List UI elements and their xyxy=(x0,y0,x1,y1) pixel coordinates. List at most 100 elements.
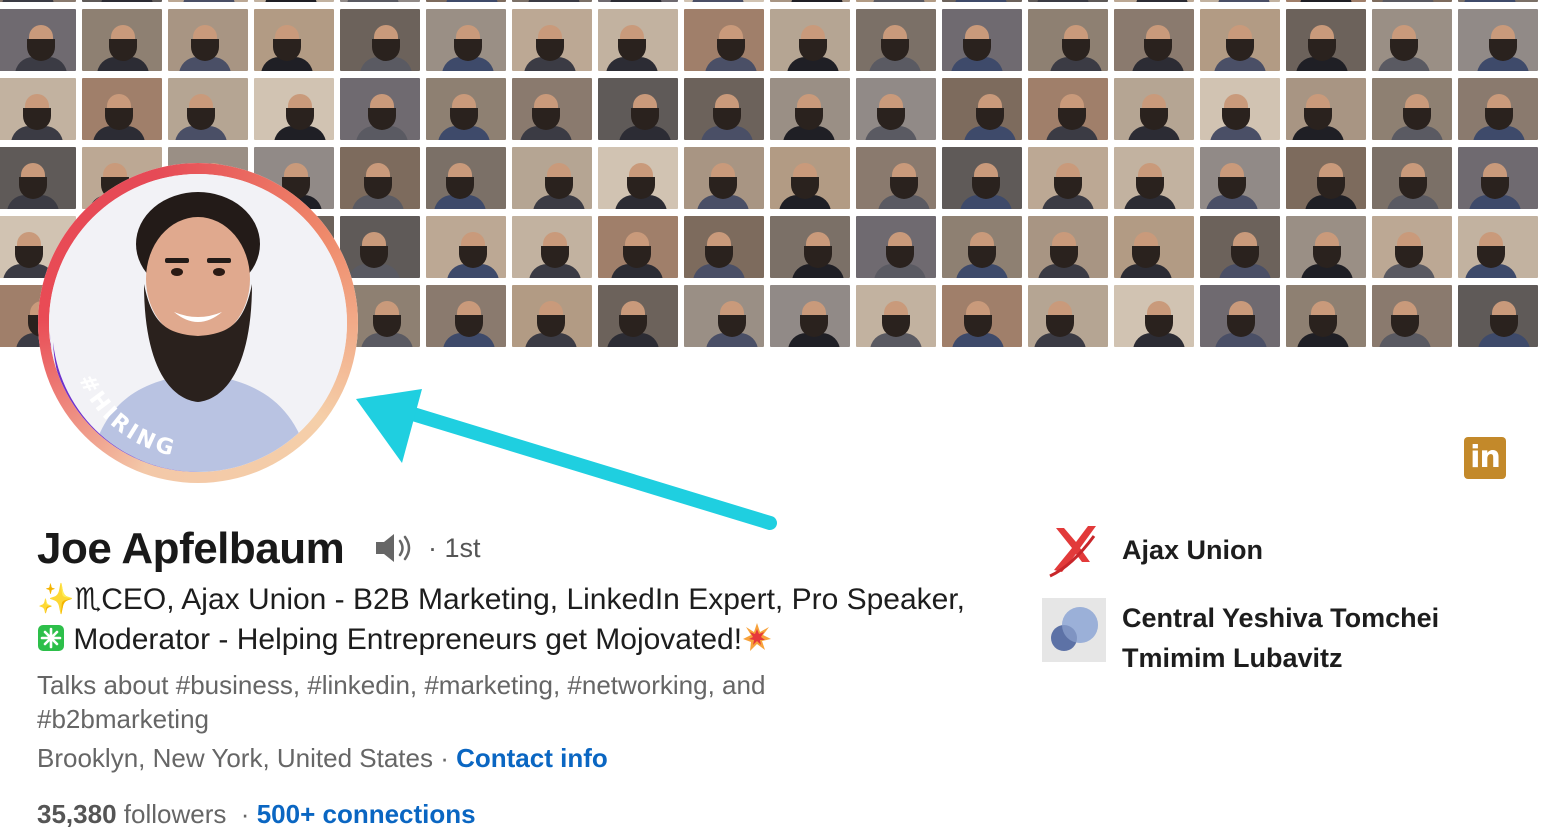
collage-photo xyxy=(684,9,764,71)
arrow-annotation xyxy=(356,389,777,530)
collage-photo xyxy=(770,285,850,347)
collage-photo xyxy=(1458,216,1538,278)
ajax-union-logo xyxy=(1042,518,1106,582)
collage-photo xyxy=(1200,78,1280,140)
company-school[interactable]: Central Yeshiva Tomchei Tmimim Lubavitz xyxy=(1042,598,1482,678)
collage-photo xyxy=(512,147,592,209)
collage-photo xyxy=(856,216,936,278)
collage-photo xyxy=(1114,9,1194,71)
collage-photo xyxy=(426,216,506,278)
collage-photo xyxy=(254,9,334,71)
speaker-icon[interactable] xyxy=(374,531,418,565)
followers-row: 35,380 followers · 500+ connections xyxy=(37,799,476,830)
collage-photo xyxy=(1200,147,1280,209)
linkedin-icon[interactable]: in xyxy=(1464,437,1506,479)
collage-photo xyxy=(1114,216,1194,278)
svg-text:#HIRING: #HIRING xyxy=(73,370,179,462)
collage-photo xyxy=(942,78,1022,140)
followers-label: followers xyxy=(116,799,227,829)
collage-photo xyxy=(942,147,1022,209)
collage-photo xyxy=(1286,0,1366,2)
collage-photo xyxy=(1028,78,1108,140)
collage-photo xyxy=(0,9,76,71)
collage-photo xyxy=(340,216,420,278)
collision-icon xyxy=(742,622,772,663)
contact-info-link[interactable]: Contact info xyxy=(456,743,608,773)
collage-photo xyxy=(512,0,592,2)
collage-photo xyxy=(770,216,850,278)
collage-photo xyxy=(598,147,678,209)
collage-photo xyxy=(1458,0,1538,2)
connections-link[interactable]: 500+ connections xyxy=(257,799,476,829)
collage-photo xyxy=(512,78,592,140)
collage-photo xyxy=(856,285,936,347)
collage-photo xyxy=(1114,147,1194,209)
collage-photo xyxy=(1028,0,1108,2)
collage-photo xyxy=(856,147,936,209)
hiring-frame-label: #HIRING xyxy=(73,370,179,462)
collage-photo xyxy=(856,9,936,71)
collage-photo xyxy=(168,78,248,140)
collage-photo xyxy=(1028,147,1108,209)
collage-photo xyxy=(1114,0,1194,2)
collage-photo xyxy=(82,9,162,71)
collage-photo xyxy=(168,0,248,2)
collage-photo xyxy=(426,285,506,347)
collage-photo xyxy=(1114,78,1194,140)
collage-photo xyxy=(942,216,1022,278)
collage-photo xyxy=(1200,9,1280,71)
collage-photo xyxy=(684,216,764,278)
collage-photo xyxy=(426,78,506,140)
collage-photo xyxy=(598,0,678,2)
collage-photo xyxy=(598,216,678,278)
collage-photo xyxy=(1372,216,1452,278)
company-name: Central Yeshiva Tomchei Tmimim Lubavitz xyxy=(1122,603,1440,673)
collage-photo xyxy=(942,9,1022,71)
collage-photo xyxy=(1372,0,1452,2)
collage-photo xyxy=(1028,285,1108,347)
collage-photo xyxy=(684,285,764,347)
followers-count: 35,380 xyxy=(37,799,117,829)
collage-photo xyxy=(770,147,850,209)
sparkle-square-icon xyxy=(37,623,65,663)
collage-photo xyxy=(942,0,1022,2)
separator: · xyxy=(226,799,257,829)
collage-photo xyxy=(770,9,850,71)
headline-part-1: ✨♏CEO, Ajax Union - B2B Marketing, Linke… xyxy=(37,583,966,616)
collage-photo xyxy=(598,285,678,347)
collage-photo xyxy=(1286,78,1366,140)
collage-photo xyxy=(1372,147,1452,209)
profile-photo[interactable]: #HIRING xyxy=(38,163,358,483)
collage-photo xyxy=(0,0,76,2)
collage-photo xyxy=(1372,285,1452,347)
collage-photo xyxy=(512,285,592,347)
collage-photo xyxy=(1458,285,1538,347)
collage-photo xyxy=(1458,147,1538,209)
collage-photo xyxy=(1286,216,1366,278)
avatar: #HIRING xyxy=(49,174,347,472)
collage-photo xyxy=(512,9,592,71)
collage-photo xyxy=(426,9,506,71)
collage-photo xyxy=(254,78,334,140)
collage-photo xyxy=(942,285,1022,347)
company-ajax-union[interactable]: Ajax Union xyxy=(1042,518,1482,582)
collage-photo xyxy=(340,78,420,140)
collage-photo xyxy=(1458,78,1538,140)
collage-photo xyxy=(684,147,764,209)
collage-photo xyxy=(340,0,420,2)
collage-photo xyxy=(340,9,420,71)
collage-photo xyxy=(1372,78,1452,140)
collage-photo xyxy=(340,147,420,209)
collage-photo xyxy=(512,216,592,278)
collage-photo xyxy=(1458,9,1538,71)
collage-photo xyxy=(1028,9,1108,71)
collage-photo xyxy=(684,0,764,2)
collage-photo xyxy=(856,78,936,140)
collage-photo xyxy=(82,78,162,140)
company-name: Ajax Union xyxy=(1122,535,1264,565)
collage-photo xyxy=(82,0,162,2)
school-logo xyxy=(1042,598,1106,662)
collage-photo xyxy=(254,0,334,2)
profile-headline: ✨♏CEO, Ajax Union - B2B Marketing, Linke… xyxy=(37,580,997,663)
collage-photo xyxy=(1200,285,1280,347)
